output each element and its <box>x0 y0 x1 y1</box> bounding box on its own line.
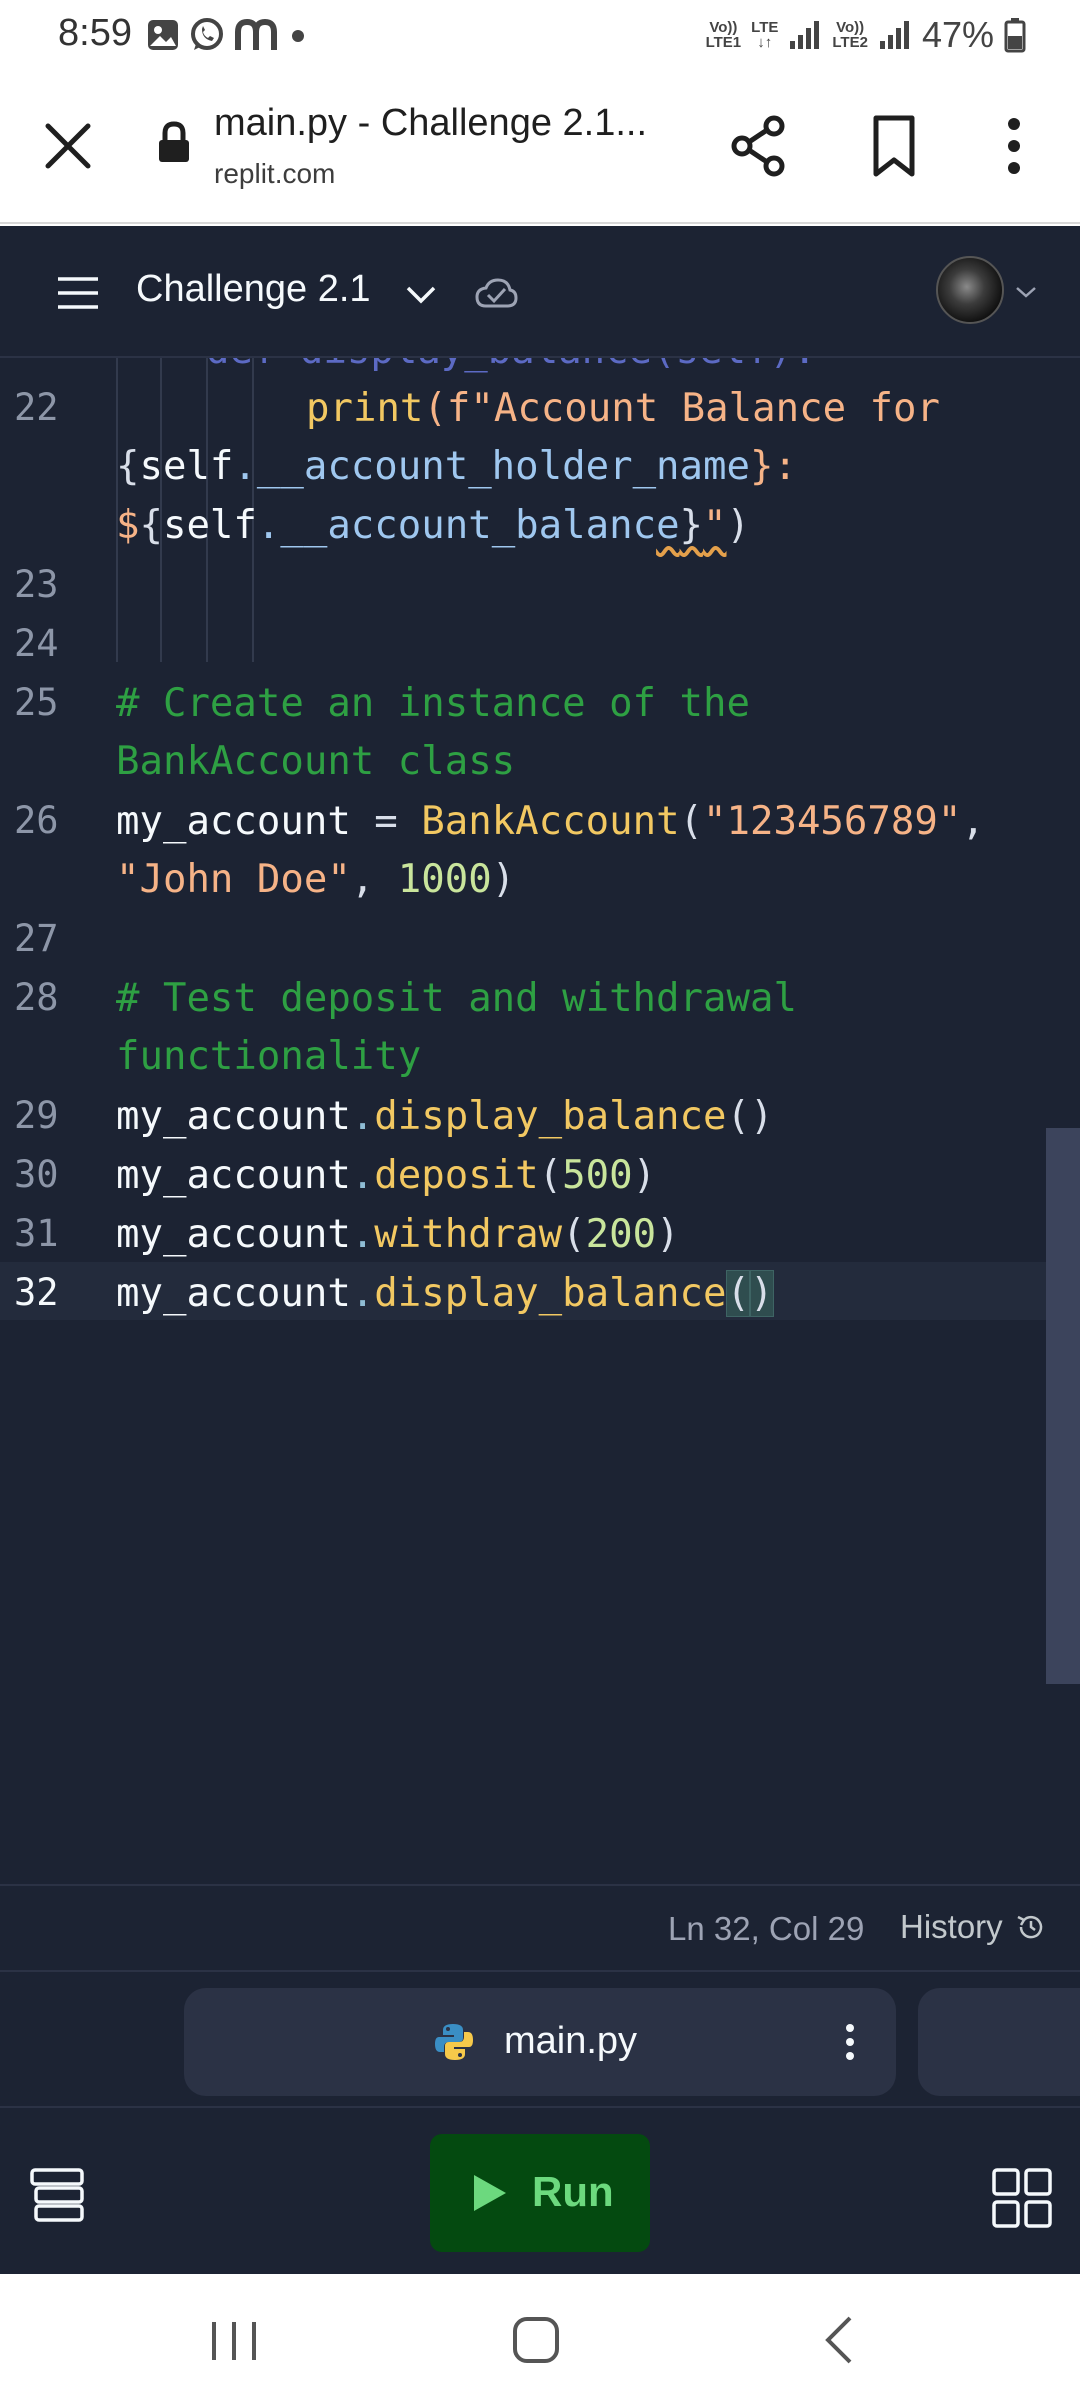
cloud-saved-icon <box>475 278 518 308</box>
line-number: 26 <box>14 799 59 842</box>
system-icons: Vo)) LTE1 LTE ↓↑ Vo)) LTE2 47% <box>706 14 1026 56</box>
sim1-volte-label: Vo)) LTE1 <box>705 19 742 51</box>
run-label: Run <box>532 2168 614 2215</box>
run-button[interactable]: Run <box>430 2134 650 2252</box>
file-tab-main-py[interactable]: main.py <box>184 1988 896 2096</box>
editor-status-line: Ln 32, Col 29 History <box>0 1884 1080 1970</box>
notification-icons <box>146 16 308 54</box>
history-icon <box>1017 1915 1042 1939</box>
android-status-bar: 8:59 Vo)) LTE1 LTE ↓↑ Vo)) LTE2 47% <box>0 0 1080 72</box>
line-number: 27 <box>14 917 59 960</box>
line-number-active: 32 <box>14 1271 59 1314</box>
code-line-31: 31 my_account.withdraw(200) <box>14 1212 680 1257</box>
signal-icon <box>790 21 820 49</box>
line-number: 25 <box>14 681 59 724</box>
share-icon[interactable] <box>728 114 788 178</box>
file-tabs-bar: main.py <box>0 1970 1080 2106</box>
whatsapp-icon <box>191 18 223 50</box>
bookmark-icon[interactable] <box>866 114 922 178</box>
line-number: 30 <box>14 1153 59 1196</box>
line-number: 28 <box>14 976 59 1019</box>
browser-header: main.py - Challenge 2.1... replit.com <box>0 72 1080 224</box>
menu-icon[interactable] <box>56 276 100 310</box>
line-number: 24 <box>14 622 59 665</box>
tools-icon[interactable] <box>28 2166 86 2224</box>
avatar[interactable] <box>936 256 1004 324</box>
home-icon[interactable] <box>510 2314 562 2366</box>
page-title: main.py - Challenge 2.1... <box>214 102 648 144</box>
page-domain: replit.com <box>214 158 336 189</box>
replit-header: Challenge 2.1 <box>0 226 1080 358</box>
repl-name[interactable]: Challenge 2.1 <box>136 268 371 311</box>
code-line-22: 22 print(f"Account Balance for {self.__a… <box>14 386 940 548</box>
code-line-24: 24 <box>0 614 1046 673</box>
python-icon <box>435 2024 473 2060</box>
recents-icon[interactable] <box>206 2316 262 2366</box>
code-line-26: 26 my_account = BankAccount("123456789",… <box>14 799 985 902</box>
code-line-25: 25 # Create an instance of the BankAccou… <box>14 681 750 784</box>
sim2-volte-label: Vo)) LTE2 <box>832 19 868 51</box>
file-tab-partial[interactable] <box>918 1988 1080 2096</box>
history-button[interactable]: History <box>900 1908 1047 1946</box>
code-line-30: 30 my_account.deposit(500) <box>14 1153 657 1198</box>
gallery-icon <box>148 20 178 50</box>
messenger-icon <box>235 18 277 50</box>
line-number: 23 <box>14 563 59 606</box>
file-tab-label: main.py <box>504 2020 638 2062</box>
back-icon[interactable] <box>820 2314 860 2366</box>
line-number: 31 <box>14 1212 59 1255</box>
battery-icon <box>1004 18 1026 53</box>
dot-icon <box>292 30 304 42</box>
cursor-position: Ln 32, Col 29 <box>668 1910 865 1947</box>
android-nav-bar <box>0 2274 1080 2408</box>
code-editor[interactable]: · def display_balance(self): 22 print(f"… <box>0 358 1080 1884</box>
play-icon <box>474 2175 506 2211</box>
status-time: 8:59 <box>58 12 132 54</box>
close-icon[interactable] <box>40 118 96 174</box>
editor-scrollbar[interactable] <box>1046 1128 1080 1684</box>
battery-percent: 47% <box>921 14 994 55</box>
line-number: 29 <box>14 1094 59 1137</box>
bottom-toolbar: Run <box>0 2106 1080 2274</box>
line-number: 22 <box>14 386 59 429</box>
chevron-down-icon-small[interactable] <box>1014 284 1038 300</box>
code-line-21: · def display_balance(self): <box>0 358 1046 379</box>
code-line-32: 32 my_account.display_balance() <box>14 1270 775 1317</box>
code-line-29: 29 my_account.display_balance() <box>14 1094 774 1139</box>
code-line-23: 23 <box>0 555 1046 614</box>
code-line-28: 28 # Test deposit and withdrawal functio… <box>14 976 797 1079</box>
more-vertical-icon[interactable] <box>844 2022 856 2062</box>
chevron-down-icon[interactable] <box>404 282 438 306</box>
signal-icon-2 <box>879 21 909 49</box>
apps-grid-icon[interactable] <box>990 2166 1054 2230</box>
lock-icon <box>159 121 189 162</box>
history-label: History <box>900 1908 1003 1945</box>
lte-label: LTE ↓↑ <box>751 19 779 51</box>
code-line-27: 27 <box>0 909 1046 968</box>
more-options-icon[interactable] <box>990 114 1038 178</box>
